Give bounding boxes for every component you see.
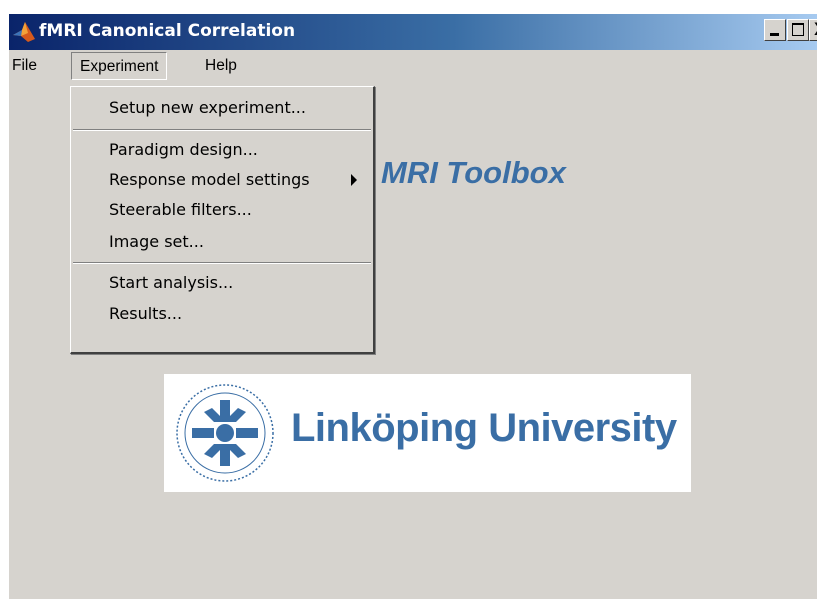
university-seal-icon	[174, 382, 276, 484]
menu-separator	[73, 129, 371, 131]
menu-experiment[interactable]: Experiment	[71, 52, 168, 80]
experiment-dropdown-menu: Setup new experiment... Paradigm design.…	[70, 86, 375, 354]
window-title: fMRI Canonical Correlation	[39, 21, 296, 41]
menu-separator	[73, 262, 371, 264]
menu-help[interactable]: Help	[205, 57, 237, 75]
menu-file[interactable]: File	[12, 57, 37, 75]
minimize-button[interactable]	[764, 19, 786, 41]
menu-item-setup-new-experiment[interactable]: Setup new experiment...	[109, 95, 306, 121]
menu-item-image-set[interactable]: Image set...	[109, 229, 204, 255]
menu-item-start-analysis[interactable]: Start analysis...	[109, 270, 233, 296]
chevron-right-icon	[351, 174, 357, 186]
toolbox-title: MRI Toolbox	[381, 155, 566, 190]
menu-item-response-model-settings[interactable]: Response model settings	[109, 167, 369, 193]
title-bar[interactable]: fMRI Canonical Correlation X	[9, 14, 817, 50]
menu-item-results[interactable]: Results...	[109, 301, 182, 327]
app-window: fMRI Canonical Correlation X File Experi…	[9, 14, 817, 599]
menu-item-paradigm-design[interactable]: Paradigm design...	[109, 137, 258, 163]
matlab-icon	[12, 21, 36, 43]
menu-bar: File Experiment Help	[9, 51, 817, 81]
menu-item-label: Response model settings	[109, 170, 310, 189]
university-name: Linköping University	[291, 406, 677, 450]
maximize-button[interactable]	[787, 19, 809, 41]
menu-item-steerable-filters[interactable]: Steerable filters...	[109, 197, 252, 223]
university-logo: Linköping University	[164, 374, 691, 492]
close-button[interactable]: X	[809, 19, 817, 41]
